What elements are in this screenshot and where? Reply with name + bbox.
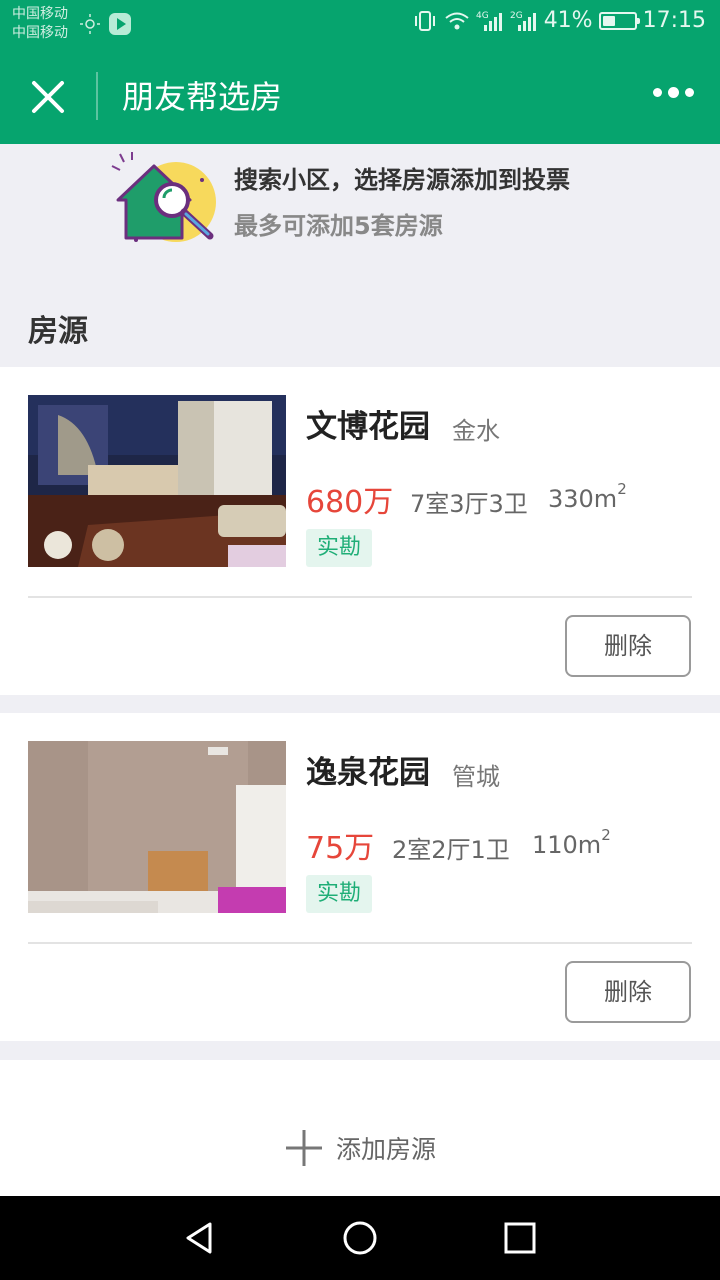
floor-area: 110m2 [532,826,611,859]
house-search-icon [111,152,216,242]
listing-photo [28,395,286,567]
video-app-icon [109,13,131,35]
area-value: 110m [532,831,602,859]
listing-photo [28,741,286,913]
delete-button[interactable]: 删除 [565,615,691,677]
add-listing-area: 添加房源 [0,1060,720,1196]
district-label: 管城 [452,763,500,791]
system-nav-bar [0,1196,720,1280]
tip-title: 搜索小区，选择房源添加到投票 [234,166,570,194]
tip-subtitle: 最多可添加5套房源 [234,212,443,240]
delete-button[interactable]: 删除 [565,961,691,1023]
signal-2g-icon: 2G [510,11,536,31]
estate-name: 文博花园 [306,409,430,445]
carrier-1: 中国移动 [12,6,68,22]
estate-name: 逸泉花园 [306,755,430,791]
carrier-2: 中国移动 [12,25,68,41]
signal-4g-icon: 4G [476,11,502,31]
listing-card[interactable]: 文博花园 金水 680万 7室3厅3卫 330m2 实勘 删除 [0,367,720,695]
svg-text:2G: 2G [510,11,523,21]
plus-icon [286,1130,322,1166]
room-layout: 2室2厅1卫 [392,836,510,864]
floor-area: 330m2 [548,480,627,513]
vibrate-icon [414,10,435,31]
area-unit-sup: 2 [617,480,627,498]
more-icon[interactable] [653,87,694,98]
divider [28,596,692,598]
verified-tag: 实勘 [306,529,373,567]
carrier-info: 中国移动 中国移动 [12,5,68,43]
district-label: 金水 [452,417,500,445]
nav-divider [96,72,98,120]
recents-icon[interactable] [502,1220,538,1256]
price: 680万 [306,485,394,520]
area-unit-sup: 2 [601,826,611,844]
verified-tag: 实勘 [306,875,373,913]
close-icon[interactable] [28,77,68,117]
wifi-icon [445,12,469,29]
listing-card[interactable]: 逸泉花园 管城 75万 2室2厅1卫 110m2 实勘 删除 [0,713,720,1041]
clock: 17:15 [642,8,706,33]
divider [28,942,692,944]
price: 75万 [306,831,375,866]
nav-bar: 朋友帮选房 [0,50,720,144]
add-listing-button[interactable]: 添加房源 [284,1128,436,1168]
back-icon[interactable] [182,1220,218,1256]
brightness-icon [80,14,100,34]
home-icon[interactable] [342,1220,378,1256]
area-value: 330m [548,485,618,513]
svg-text:4G: 4G [476,11,489,21]
add-listing-label: 添加房源 [336,1135,437,1164]
section-title: 房源 [28,314,88,349]
page-title: 朋友帮选房 [122,78,283,116]
status-bar: 中国移动 中国移动 4G 2G 41% 17:15 [0,0,720,50]
battery-icon [598,11,640,30]
battery-percent: 41% [543,8,593,33]
room-layout: 7室3厅3卫 [410,490,528,518]
